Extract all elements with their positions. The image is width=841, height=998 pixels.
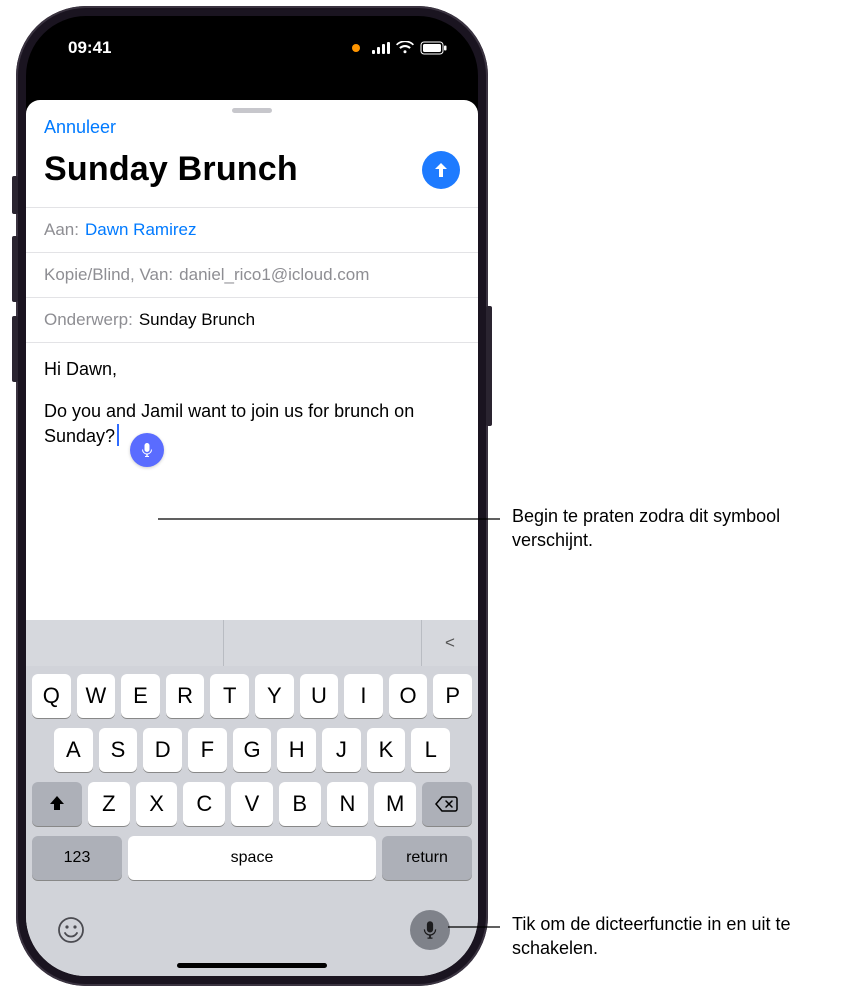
key-v[interactable]: V bbox=[231, 782, 273, 826]
cc-bcc-from-field[interactable]: Kopie/Blind, Van: daniel_rico1@icloud.co… bbox=[26, 252, 478, 297]
key-b[interactable]: B bbox=[279, 782, 321, 826]
body-greeting: Hi Dawn, bbox=[44, 357, 460, 381]
sheet-grabber[interactable] bbox=[232, 108, 272, 113]
suggestion-collapse[interactable]: < bbox=[422, 620, 478, 666]
key-s[interactable]: S bbox=[99, 728, 138, 772]
key-return[interactable]: return bbox=[382, 836, 472, 880]
mic-indicator-dot bbox=[352, 44, 360, 52]
key-d[interactable]: D bbox=[143, 728, 182, 772]
key-f[interactable]: F bbox=[188, 728, 227, 772]
from-address: daniel_rico1@icloud.com bbox=[179, 265, 369, 285]
key-x[interactable]: X bbox=[136, 782, 178, 826]
key-q[interactable]: Q bbox=[32, 674, 71, 718]
key-space[interactable]: space bbox=[128, 836, 376, 880]
key-g[interactable]: G bbox=[233, 728, 272, 772]
shift-icon bbox=[47, 794, 67, 814]
keyboard-row-2: A S D F G H J K L bbox=[32, 728, 472, 772]
suggestion-bar: < bbox=[26, 620, 478, 666]
email-body[interactable]: Hi Dawn, Do you and Jamil want to join u… bbox=[26, 342, 478, 522]
key-m[interactable]: M bbox=[374, 782, 416, 826]
compose-sheet: Annuleer Sunday Brunch Aan: Dawn Ramirez… bbox=[26, 100, 478, 976]
keyboard-area: < Q W E R T Y U I O P bbox=[26, 620, 478, 976]
wifi-icon bbox=[396, 41, 414, 55]
subject-label: Onderwerp: bbox=[44, 310, 133, 330]
suggestion-2[interactable] bbox=[224, 620, 422, 666]
phone-frame: 09:41 Annuleer S bbox=[16, 6, 488, 986]
key-delete[interactable] bbox=[422, 782, 472, 826]
home-indicator[interactable] bbox=[177, 963, 327, 968]
keyboard: Q W E R T Y U I O P A bbox=[26, 666, 478, 896]
keyboard-row-1: Q W E R T Y U I O P bbox=[32, 674, 472, 718]
status-time: 09:41 bbox=[68, 38, 111, 58]
status-right bbox=[352, 41, 448, 55]
phone-screen: 09:41 Annuleer S bbox=[26, 16, 478, 976]
body-paragraph: Do you and Jamil want to join us for bru… bbox=[44, 401, 414, 445]
suggestion-1[interactable] bbox=[26, 620, 224, 666]
key-l[interactable]: L bbox=[411, 728, 450, 772]
callout-dictation-button: Tik om de dicteerfunctie in en uit te sc… bbox=[512, 912, 832, 961]
keyboard-row-3: Z X C V B N M bbox=[32, 782, 472, 826]
key-w[interactable]: W bbox=[77, 674, 116, 718]
power-button bbox=[486, 306, 492, 426]
text-cursor bbox=[117, 424, 119, 446]
callout-dictation-indicator: Begin te praten zodra dit symbool versch… bbox=[512, 504, 832, 553]
battery-icon bbox=[420, 41, 448, 55]
key-shift[interactable] bbox=[32, 782, 82, 826]
cc-label: Kopie/Blind, Van: bbox=[44, 265, 173, 285]
cellular-icon bbox=[372, 42, 390, 54]
key-z[interactable]: Z bbox=[88, 782, 130, 826]
emoji-button[interactable] bbox=[54, 913, 88, 947]
to-field[interactable]: Aan: Dawn Ramirez bbox=[26, 207, 478, 252]
microphone-icon bbox=[139, 442, 155, 458]
send-button[interactable] bbox=[422, 151, 460, 189]
to-label: Aan: bbox=[44, 220, 79, 240]
volume-down-button bbox=[12, 316, 18, 382]
key-a[interactable]: A bbox=[54, 728, 93, 772]
delete-icon bbox=[435, 795, 459, 813]
key-p[interactable]: P bbox=[433, 674, 472, 718]
to-recipient[interactable]: Dawn Ramirez bbox=[85, 220, 196, 240]
mute-switch bbox=[12, 176, 18, 214]
volume-up-button bbox=[12, 236, 18, 302]
cancel-button[interactable]: Annuleer bbox=[44, 117, 116, 137]
key-t[interactable]: T bbox=[210, 674, 249, 718]
arrow-up-icon bbox=[431, 160, 451, 180]
key-u[interactable]: U bbox=[300, 674, 339, 718]
microphone-icon bbox=[420, 920, 440, 940]
keyboard-row-4: 123 space return bbox=[32, 836, 472, 880]
key-e[interactable]: E bbox=[121, 674, 160, 718]
emoji-icon bbox=[56, 915, 86, 945]
dictation-indicator[interactable] bbox=[130, 433, 164, 467]
key-j[interactable]: J bbox=[322, 728, 361, 772]
key-o[interactable]: O bbox=[389, 674, 428, 718]
key-h[interactable]: H bbox=[277, 728, 316, 772]
dictation-button[interactable] bbox=[410, 910, 450, 950]
key-r[interactable]: R bbox=[166, 674, 205, 718]
key-y[interactable]: Y bbox=[255, 674, 294, 718]
app-area: Annuleer Sunday Brunch Aan: Dawn Ramirez… bbox=[26, 76, 478, 976]
compose-title: Sunday Brunch bbox=[44, 150, 298, 189]
key-i[interactable]: I bbox=[344, 674, 383, 718]
key-c[interactable]: C bbox=[183, 782, 225, 826]
dynamic-island bbox=[182, 30, 322, 66]
key-k[interactable]: K bbox=[367, 728, 406, 772]
subject-value: Sunday Brunch bbox=[139, 310, 255, 330]
key-n[interactable]: N bbox=[327, 782, 369, 826]
key-numbers[interactable]: 123 bbox=[32, 836, 122, 880]
subject-field[interactable]: Onderwerp: Sunday Brunch bbox=[26, 297, 478, 342]
